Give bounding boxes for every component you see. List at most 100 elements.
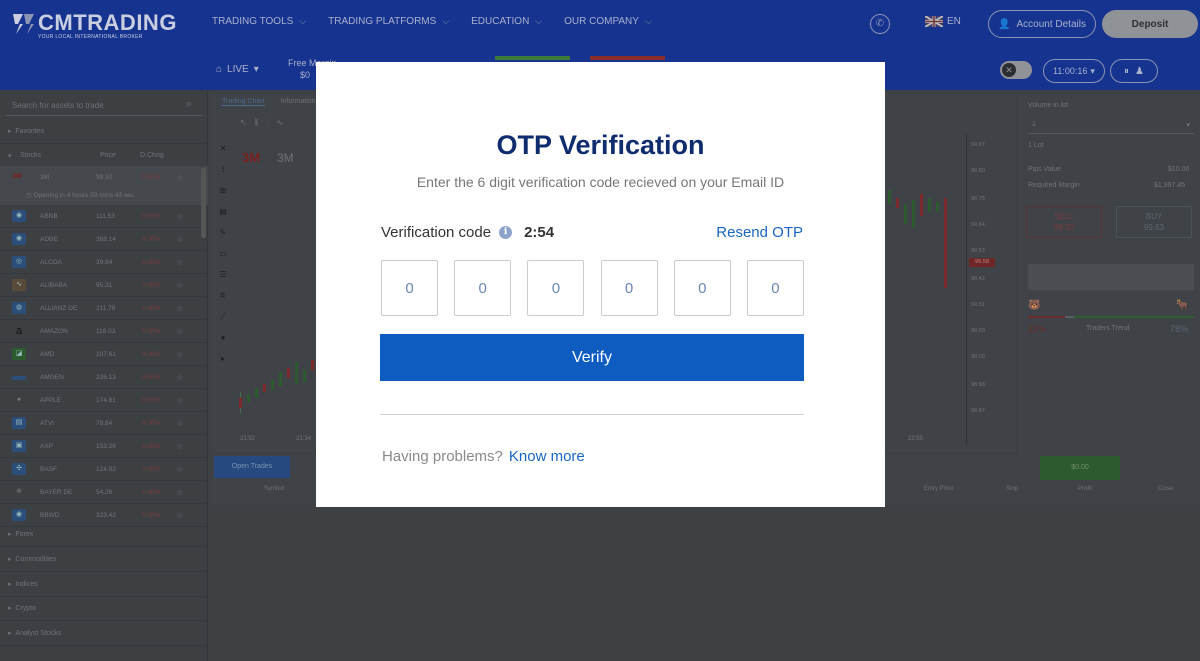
star-icon[interactable]: ☆ xyxy=(176,396,183,405)
category-commodities[interactable]: ▸ Commodities xyxy=(0,548,208,572)
star-icon[interactable]: ☆ xyxy=(176,373,183,382)
list-item[interactable]: ⊕ BAYER DE 54.26 0.00% ☆ xyxy=(0,481,208,504)
list-item[interactable]: AMGEN 226.13 0.00% ☆ xyxy=(0,366,208,389)
language-selector[interactable]: EN xyxy=(924,15,961,28)
asset-name: ATVI xyxy=(40,420,54,427)
tab-open-trades[interactable]: Open Trades xyxy=(214,456,290,478)
place-order-button[interactable] xyxy=(1028,264,1194,290)
pencil-icon[interactable]: ✎ xyxy=(218,228,228,238)
otp-digit-5[interactable]: 0 xyxy=(673,260,731,316)
asset-change: 0.00% xyxy=(142,305,161,312)
list-item[interactable]: ◎ ALCOA 39.84 0.00% ☆ xyxy=(0,251,208,274)
category-indices[interactable]: ▸ Indices xyxy=(0,573,208,597)
trades-table-body xyxy=(212,505,1200,661)
trend-icon[interactable]: ⟋ xyxy=(218,312,228,322)
balance-button[interactable]: $0.00 xyxy=(1040,456,1120,480)
resend-otp-link[interactable]: Resend OTP xyxy=(716,224,803,241)
category-crypto[interactable]: ▸ Crypto xyxy=(0,597,208,621)
note-icon[interactable]: ▤ xyxy=(218,207,228,217)
tab-trading-chart[interactable]: Trading Chart xyxy=(222,98,265,106)
otp-modal: OTP Verification Enter the 6 digit verif… xyxy=(316,62,885,507)
star-icon[interactable]: ☆ xyxy=(176,488,183,497)
asset-change: 0.00% xyxy=(142,466,161,473)
line-icon[interactable]: ∿ xyxy=(276,118,283,128)
list-item[interactable]: ◉ ABNB 111.53 0.00% ☆ xyxy=(0,205,208,228)
star-icon[interactable]: ☆ xyxy=(176,235,183,244)
price-tick: 99.64 xyxy=(971,222,985,228)
category-favorites[interactable]: ▸ Favorites xyxy=(0,120,208,144)
magnet-icon[interactable]: ⟟ xyxy=(218,165,228,175)
star-icon[interactable]: ☆ xyxy=(176,350,183,359)
asset-search-input[interactable]: Search for assets to trade xyxy=(6,96,202,116)
tab-information[interactable]: Information xyxy=(281,98,316,106)
otp-digit-1[interactable]: 0 xyxy=(381,260,438,316)
loss-indicator xyxy=(590,56,665,60)
nav-our-company[interactable]: OUR COMPANY ⌵ xyxy=(564,16,652,27)
cursor-icon[interactable]: ↖ xyxy=(240,118,247,128)
list-item[interactable]: ✣ BASF 124.82 0.00% ☆ xyxy=(0,458,208,481)
asset-price: 226.13 xyxy=(96,374,116,381)
account-mode-selector[interactable]: ⌂ LIVE ▾ xyxy=(216,64,259,75)
verification-code-label: Verification code xyxy=(381,224,492,241)
nav-trading-tools[interactable]: TRADING TOOLS ⌵ xyxy=(212,16,306,27)
search-icon[interactable]: ⌕ xyxy=(186,98,203,111)
star-icon[interactable]: ☆ xyxy=(176,212,183,221)
star-icon[interactable]: ☆ xyxy=(176,327,183,336)
list-item[interactable]: ▤ ATVI 78.84 0.00% ☆ xyxy=(0,412,208,435)
brand-logo[interactable]: CMTRADING YOUR LOCAL INTERNATIONAL BROKE… xyxy=(10,8,180,40)
list-item[interactable]: ● APPLE 174.81 0.00% ☆ xyxy=(0,389,208,412)
play-icon[interactable]: ▸ xyxy=(218,354,228,364)
clock-selector[interactable]: 11:00:16 ▾ xyxy=(1043,59,1105,83)
close-icon[interactable]: ✕ xyxy=(218,144,228,154)
info-icon[interactable]: i xyxy=(499,226,513,239)
nav-trading-platforms[interactable]: TRADING PLATFORMS ⌵ xyxy=(328,16,449,27)
know-more-link[interactable]: Know more xyxy=(509,448,585,465)
list-item[interactable]: ◍ ALLIANZ DE 211.78 0.00% ☆ xyxy=(0,297,208,320)
candle xyxy=(928,198,931,212)
sell-button[interactable]: SELL 99.50 xyxy=(1026,206,1102,238)
dot-icon[interactable]: ● xyxy=(218,333,228,343)
star-icon[interactable]: ☆ xyxy=(176,281,183,290)
lines-icon[interactable]: ☰ xyxy=(218,270,228,280)
candle xyxy=(936,202,939,212)
otp-digit-3[interactable]: 0 xyxy=(527,260,585,316)
bars-icon[interactable]: ⫶ xyxy=(266,118,268,128)
stocks-header[interactable]: ▾ Stocks Price D.Chng xyxy=(0,148,208,164)
nav-education[interactable]: EDUCATION ⌵ xyxy=(471,16,542,27)
list-item[interactable]: ▣ AXP 153.28 0.00% ☆ xyxy=(0,435,208,458)
star-icon[interactable]: ☆ xyxy=(176,511,183,520)
profit-indicator xyxy=(495,56,570,60)
verify-button[interactable]: Verify xyxy=(380,334,804,381)
deposit-button[interactable]: Deposit xyxy=(1102,10,1198,38)
buy-button[interactable]: BUY 99.63 xyxy=(1116,206,1192,238)
whatsapp-icon[interactable]: ✆ xyxy=(870,14,890,34)
list-item[interactable]: ◉ ADBE 368.14 0.00% ☆ xyxy=(0,228,208,251)
asset-name: ALCOA xyxy=(40,259,63,266)
star-icon[interactable]: ☆ xyxy=(176,442,183,451)
category-analyst-stocks[interactable]: ▸ Analyst Stocks xyxy=(0,622,208,646)
rectangle-icon[interactable]: ▭ xyxy=(218,249,228,259)
list-scrollbar[interactable] xyxy=(201,168,206,238)
candles-icon[interactable]: ⫼ xyxy=(255,118,259,128)
asset-name: AMGEN xyxy=(40,374,64,381)
otp-digit-6[interactable]: 0 xyxy=(746,260,804,316)
category-forex[interactable]: ▸ Forex xyxy=(0,523,208,547)
layout-controls[interactable]: ⏸ ♟ xyxy=(1110,59,1158,83)
volume-select[interactable]: 1 ▾ xyxy=(1028,118,1194,134)
fib-icon[interactable]: ⚟ xyxy=(218,291,228,301)
star-icon[interactable]: ☆ xyxy=(176,465,183,474)
otp-digit-4[interactable]: 0 xyxy=(600,260,658,316)
list-item[interactable]: a AMAZON 118.03 0.00% ☆ xyxy=(0,320,208,343)
star-icon[interactable]: ☆ xyxy=(176,304,183,313)
list-item[interactable]: ◪ AMD 107.61 0.00% ☆ xyxy=(0,343,208,366)
asset-name: 3M xyxy=(40,174,50,181)
theme-toggle[interactable]: ✕ xyxy=(1000,61,1032,79)
star-icon[interactable]: ☆ xyxy=(176,173,183,182)
list-item[interactable]: 3M 3M 99.30 0.00% ☆ xyxy=(0,166,208,189)
list-item[interactable]: ∿ ALIBABA 95.31 0.00% ☆ xyxy=(0,274,208,297)
star-icon[interactable]: ☆ xyxy=(176,419,183,428)
otp-digit-2[interactable]: 0 xyxy=(454,260,512,316)
star-icon[interactable]: ☆ xyxy=(176,258,183,267)
account-button[interactable]: 👤 Account Details xyxy=(988,10,1096,38)
ruler-icon[interactable]: ⊞ xyxy=(218,186,228,196)
